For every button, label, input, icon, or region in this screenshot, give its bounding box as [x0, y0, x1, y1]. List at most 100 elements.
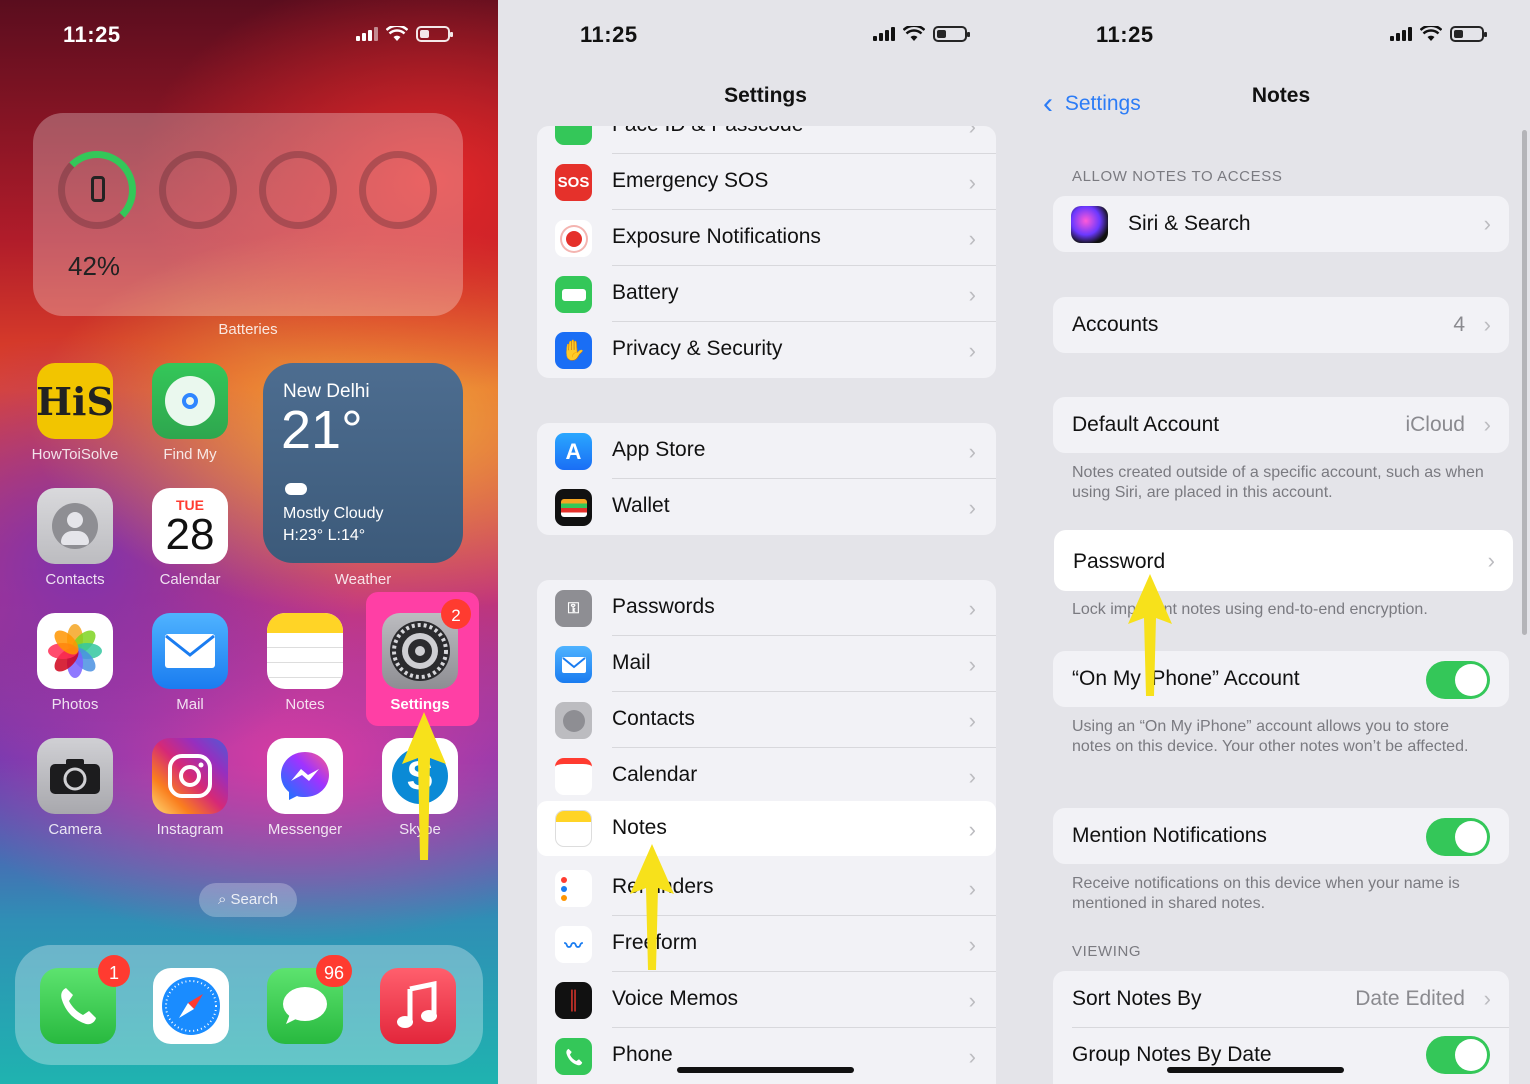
chevron-left-icon: ‹: [1043, 87, 1053, 120]
calendar-day: 28: [165, 510, 215, 559]
settings-row-contacts[interactable]: Contacts ›: [537, 692, 996, 748]
settings-group-security: Face ID & Passcode › SOS Emergency SOS ›…: [537, 126, 996, 378]
mail-app-icon[interactable]: [152, 613, 228, 689]
photos-app-icon[interactable]: [37, 613, 113, 689]
on-my-iphone-footer: Using an “On My iPhone” account allows y…: [1072, 718, 1469, 755]
mail-app-label: Mail: [176, 696, 204, 713]
howtoisolve-logo: HiS: [37, 378, 113, 424]
settings-row-exposure[interactable]: Exposure Notifications ›: [537, 210, 996, 266]
status-icons: [356, 26, 453, 42]
camera-icon: [50, 759, 100, 794]
default-account-row[interactable]: Default Account iCloud ›: [1053, 397, 1509, 453]
settings-row-notes[interactable]: Notes ›: [537, 801, 996, 856]
hand-icon: ✋: [555, 332, 592, 369]
phone-handset-icon: [61, 988, 96, 1025]
calendar-app-icon[interactable]: TUE 28: [152, 488, 228, 564]
group-by-date-label: Group Notes By Date: [1072, 1043, 1272, 1066]
settings-row-app-store[interactable]: A App Store ›: [537, 423, 996, 479]
chevron-right-icon: ›: [968, 226, 976, 251]
pointer-arrow-icon: [630, 844, 674, 970]
iphone-icon: [91, 176, 105, 202]
back-button[interactable]: ‹ Settings: [1043, 84, 1141, 120]
chevron-right-icon: ›: [968, 126, 976, 139]
status-time: 11:25: [580, 22, 638, 47]
accounts-label: Accounts: [1072, 313, 1159, 336]
cellular-signal-icon: [873, 27, 895, 41]
scroll-indicator: [1522, 130, 1527, 635]
instagram-app-label: Instagram: [156, 821, 224, 838]
notes-icon: [555, 810, 592, 847]
safari-app-icon[interactable]: [153, 968, 229, 1044]
mention-notifications-toggle[interactable]: [1426, 818, 1490, 856]
chevron-right-icon: ›: [968, 282, 976, 307]
settings-row-label: Voice Memos: [612, 987, 739, 1010]
settings-row-privacy[interactable]: ✋ Privacy & Security ›: [537, 322, 996, 378]
settings-row-emergency-sos[interactable]: SOS Emergency SOS ›: [537, 154, 996, 210]
row-divider: [1072, 1027, 1509, 1028]
notes-nav-title: Notes: [1251, 84, 1311, 107]
notes-app-icon[interactable]: [267, 613, 343, 689]
weather-widget[interactable]: New Delhi 21° Mostly Cloudy H:23° L:14°: [263, 363, 463, 563]
compass-icon: [162, 977, 220, 1035]
home-search-pill[interactable]: ⌕ Search: [199, 883, 297, 917]
camera-app-icon[interactable]: [37, 738, 113, 814]
chevron-right-icon: ›: [968, 338, 976, 363]
music-app-icon[interactable]: [380, 968, 456, 1044]
settings-row-passwords[interactable]: ⚿ Passwords ›: [537, 580, 996, 636]
messenger-app-icon[interactable]: [267, 738, 343, 814]
chevron-right-icon: ›: [1483, 312, 1491, 337]
wifi-icon: [1420, 26, 1442, 41]
weather-high-low: H:23° L:14°: [283, 527, 366, 544]
sos-icon-text: SOS: [557, 174, 590, 191]
settings-nav-title-overlay: Settings: [724, 84, 807, 107]
batteries-widget-label: Batteries: [218, 321, 278, 338]
settings-row-calendar[interactable]: Calendar ›: [537, 748, 996, 804]
reminders-icon: [555, 870, 592, 907]
on-my-iphone-toggle[interactable]: [1426, 661, 1490, 699]
battery-ring-empty: [359, 151, 437, 229]
settings-row-face-id[interactable]: Face ID & Passcode ›: [537, 126, 996, 154]
contacts-app-icon[interactable]: [37, 488, 113, 564]
instagram-app-icon[interactable]: [152, 738, 228, 814]
settings-row-voice-memos[interactable]: ║ Voice Memos ›: [537, 972, 996, 1028]
default-account-value: iCloud: [1405, 413, 1465, 436]
batteries-widget[interactable]: 42%: [33, 113, 463, 316]
howtoisolve-app-icon[interactable]: HiS: [37, 363, 113, 439]
siri-search-row[interactable]: Siri & Search ›: [1053, 196, 1509, 252]
wifi-icon: [386, 26, 408, 41]
phone-missed-badge: 1: [98, 955, 130, 987]
password-row[interactable]: Password ›: [1054, 530, 1513, 591]
on-my-iphone-row[interactable]: “On My iPhone” Account: [1053, 651, 1509, 707]
messages-unread-badge: 96: [316, 955, 353, 987]
messenger-app-label: Messenger: [267, 821, 343, 838]
accounts-count: 4: [1453, 313, 1465, 336]
chevron-right-icon: ›: [968, 988, 976, 1013]
accounts-row[interactable]: Accounts 4 ›: [1053, 297, 1509, 353]
status-bar: 11:25: [1033, 22, 1530, 52]
home-indicator: [677, 1067, 854, 1073]
settings-notification-badge: 2: [441, 599, 471, 629]
settings-row-battery[interactable]: Battery ›: [537, 266, 996, 322]
home-indicator: [1167, 1067, 1344, 1073]
chevron-right-icon: ›: [968, 817, 976, 842]
music-note-icon: [397, 981, 437, 1028]
exposure-icon: [555, 220, 592, 257]
group-by-date-toggle[interactable]: [1426, 1036, 1490, 1074]
settings-group-store: A App Store › Wallet ›: [537, 423, 996, 535]
siri-icon: [1071, 206, 1108, 243]
settings-row-phone[interactable]: Phone ›: [537, 1028, 996, 1084]
findmy-app-label: Find My: [163, 446, 217, 463]
findmy-app-icon[interactable]: [152, 363, 228, 439]
chevron-right-icon: ›: [1483, 412, 1491, 437]
messenger-bolt-icon: [281, 752, 329, 800]
settings-row-freeform[interactable]: 〰 Freeform ›: [537, 916, 996, 972]
waveform-icon: ║: [555, 982, 592, 1019]
mention-notifications-row[interactable]: Mention Notifications: [1053, 808, 1509, 864]
phone-icon: [555, 1038, 592, 1075]
settings-row-wallet[interactable]: Wallet ›: [537, 479, 996, 535]
settings-row-reminders[interactable]: Reminders ›: [537, 860, 996, 916]
weather-temperature: 21°: [281, 400, 363, 460]
contacts-app-label: Contacts: [45, 571, 105, 588]
settings-row-mail[interactable]: Mail ›: [537, 636, 996, 692]
settings-row-label: Contacts: [612, 707, 695, 730]
